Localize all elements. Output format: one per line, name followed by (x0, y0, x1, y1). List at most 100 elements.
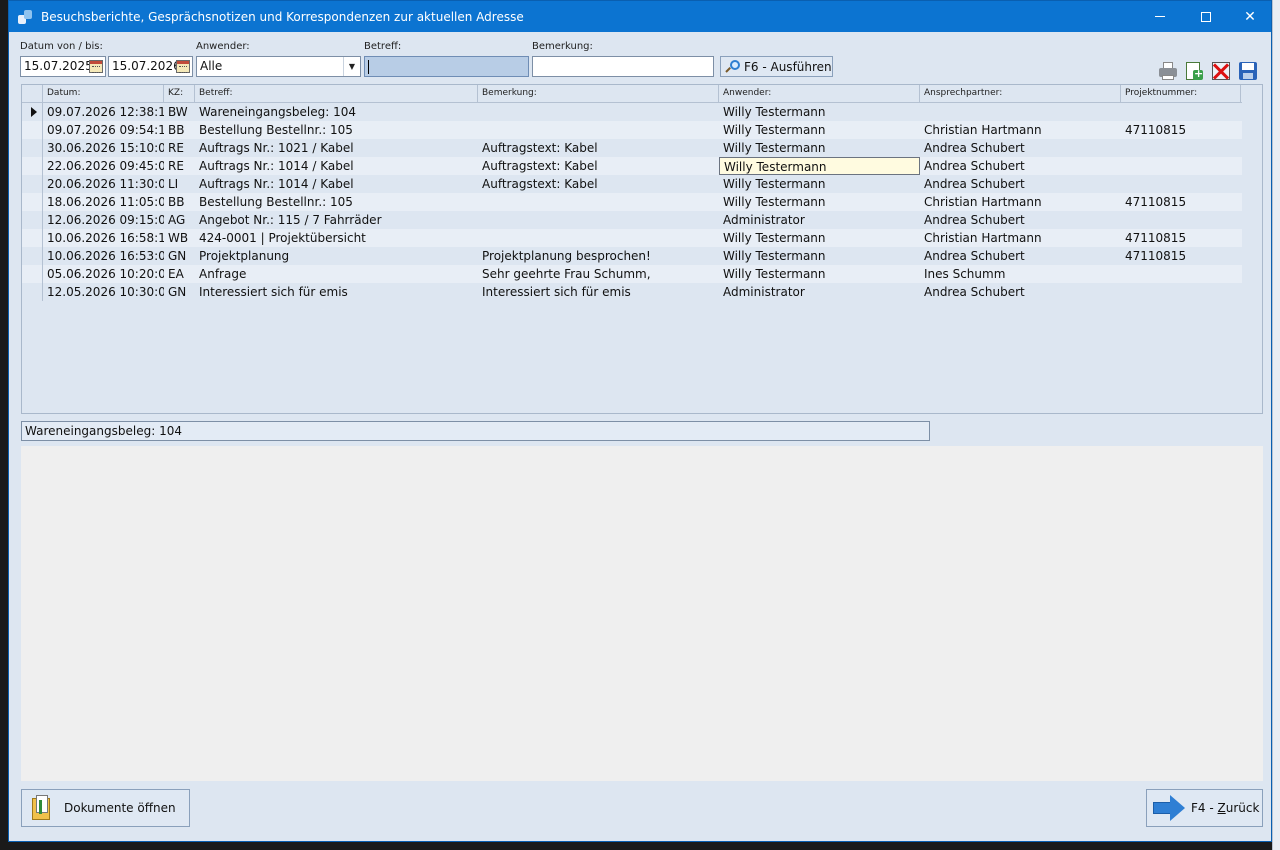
cell-remark[interactable] (478, 229, 719, 247)
cell-date[interactable]: 09.07.2026 09:54:10 (43, 121, 164, 139)
cell-remark[interactable]: Auftragstext: Kabel (478, 157, 719, 175)
cell-project[interactable] (1121, 265, 1241, 283)
date-from-field[interactable]: 15.07.2025 (20, 56, 106, 77)
cell-kz[interactable]: BB (164, 193, 195, 211)
table-row[interactable]: 20.06.2026 11:30:00 LI Auftrags Nr.: 101… (22, 175, 1242, 193)
cell-kz[interactable]: BW (164, 103, 195, 121)
close-button[interactable]: ✕ (1227, 1, 1273, 32)
calendar-icon[interactable] (176, 60, 190, 73)
cell-project[interactable]: 47110815 (1121, 193, 1241, 211)
table-row[interactable]: 05.06.2026 10:20:00 EA Anfrage Sehr geeh… (22, 265, 1242, 283)
cell-user[interactable]: Willy Testermann (719, 121, 920, 139)
cell-remark[interactable] (478, 211, 719, 229)
cell-contact[interactable]: Christian Hartmann (920, 121, 1121, 139)
cell-kz[interactable]: GN (164, 283, 195, 301)
cell-project[interactable] (1121, 103, 1241, 121)
table-row[interactable]: 30.06.2026 15:10:00 RE Auftrags Nr.: 102… (22, 139, 1242, 157)
cell-subject[interactable]: Auftrags Nr.: 1014 / Kabel (195, 175, 478, 193)
cell-subject[interactable]: Auftrags Nr.: 1021 / Kabel (195, 139, 478, 157)
date-to-field[interactable]: 15.07.2026 (108, 56, 193, 77)
table-row[interactable]: 12.06.2026 09:15:00 AG Angebot Nr.: 115 … (22, 211, 1242, 229)
cell-contact[interactable]: Christian Hartmann (920, 193, 1121, 211)
cell-subject[interactable]: Interessiert sich für emis (195, 283, 478, 301)
table-row[interactable]: 22.06.2026 09:45:00 RE Auftrags Nr.: 101… (22, 157, 1242, 175)
cell-user-focused[interactable]: Willy Testermann (719, 157, 920, 175)
cell-subject[interactable]: Angebot Nr.: 115 / 7 Fahrräder (195, 211, 478, 229)
cell-date[interactable]: 10.06.2026 16:58:19 (43, 229, 164, 247)
cell-contact[interactable]: Andrea Schubert (920, 157, 1121, 175)
table-row[interactable]: 09.07.2026 12:38:13 BW Wareneingangsbele… (22, 103, 1242, 121)
table-row[interactable]: 10.06.2026 16:58:19 WB 424-0001 | Projek… (22, 229, 1242, 247)
cell-date[interactable]: 05.06.2026 10:20:00 (43, 265, 164, 283)
cell-user[interactable]: Willy Testermann (719, 103, 920, 121)
cell-subject[interactable]: Anfrage (195, 265, 478, 283)
column-header-contact[interactable]: Ansprechpartner: (920, 85, 1121, 103)
cell-project[interactable] (1121, 157, 1241, 175)
cell-date[interactable]: 20.06.2026 11:30:00 (43, 175, 164, 193)
cell-remark[interactable]: Sehr geehrte Frau Schumm, (478, 265, 719, 283)
cell-remark[interactable] (478, 103, 719, 121)
cell-user[interactable]: Willy Testermann (719, 139, 920, 157)
open-documents-button[interactable]: Dokumente öffnen (21, 789, 190, 827)
cell-remark[interactable] (478, 121, 719, 139)
cell-subject[interactable]: Bestellung Bestellnr.: 105 (195, 121, 478, 139)
cell-contact[interactable]: Christian Hartmann (920, 229, 1121, 247)
cell-subject[interactable]: Wareneingangsbeleg: 104 (195, 103, 478, 121)
cell-date[interactable]: 12.06.2026 09:15:00 (43, 211, 164, 229)
cell-user[interactable]: Willy Testermann (719, 193, 920, 211)
cell-date[interactable]: 18.06.2026 11:05:00 (43, 193, 164, 211)
cell-remark[interactable] (478, 193, 719, 211)
column-header-remark[interactable]: Bemerkung: (478, 85, 719, 103)
cell-kz[interactable]: WB (164, 229, 195, 247)
cell-subject[interactable]: Projektplanung (195, 247, 478, 265)
cell-project[interactable] (1121, 211, 1241, 229)
cell-kz[interactable]: BB (164, 121, 195, 139)
cell-remark[interactable]: Projektplanung besprochen! (478, 247, 719, 265)
minimize-button[interactable] (1137, 1, 1183, 32)
cell-subject[interactable]: 424-0001 | Projektübersicht (195, 229, 478, 247)
cell-remark[interactable]: Auftragstext: Kabel (478, 175, 719, 193)
cell-date[interactable]: 09.07.2026 12:38:13 (43, 103, 164, 121)
cell-project[interactable]: 47110815 (1121, 121, 1241, 139)
cell-kz[interactable]: EA (164, 265, 195, 283)
cell-kz[interactable]: RE (164, 139, 195, 157)
cell-user[interactable]: Willy Testermann (719, 175, 920, 193)
back-button[interactable]: F4 - Zurück (1146, 789, 1263, 827)
column-header-kz[interactable]: KZ: (164, 85, 195, 103)
table-row[interactable]: 12.05.2026 10:30:00 GN Interessiert sich… (22, 283, 1242, 301)
cell-kz[interactable]: LI (164, 175, 195, 193)
cell-remark[interactable]: Auftragstext: Kabel (478, 139, 719, 157)
cell-contact[interactable]: Andrea Schubert (920, 247, 1121, 265)
remark-input[interactable] (532, 56, 714, 77)
cell-project[interactable] (1121, 175, 1241, 193)
cell-project[interactable]: 47110815 (1121, 229, 1241, 247)
cell-project[interactable]: 47110815 (1121, 247, 1241, 265)
calendar-icon[interactable] (89, 60, 103, 73)
cell-remark[interactable]: Interessiert sich für emis (478, 283, 719, 301)
maximize-button[interactable] (1183, 1, 1229, 32)
cell-subject[interactable]: Bestellung Bestellnr.: 105 (195, 193, 478, 211)
column-header-project[interactable]: Projektnummer: (1121, 85, 1241, 103)
subject-input[interactable] (364, 56, 529, 77)
save-icon[interactable] (1238, 61, 1258, 81)
cell-user[interactable]: Willy Testermann (719, 247, 920, 265)
cell-project[interactable] (1121, 139, 1241, 157)
cell-contact[interactable]: Andrea Schubert (920, 283, 1121, 301)
cell-date[interactable]: 30.06.2026 15:10:00 (43, 139, 164, 157)
cell-subject[interactable]: Auftrags Nr.: 1014 / Kabel (195, 157, 478, 175)
cell-user[interactable]: Administrator (719, 211, 920, 229)
cell-user[interactable]: Administrator (719, 283, 920, 301)
column-header-subject[interactable]: Betreff: (195, 85, 478, 103)
cell-contact[interactable]: Andrea Schubert (920, 139, 1121, 157)
chevron-down-icon[interactable]: ▼ (343, 57, 360, 76)
cell-project[interactable] (1121, 283, 1241, 301)
cell-contact[interactable]: Andrea Schubert (920, 211, 1121, 229)
user-select[interactable]: Alle ▼ (196, 56, 361, 77)
execute-button[interactable]: F6 - Ausführen (720, 56, 833, 77)
cell-kz[interactable]: RE (164, 157, 195, 175)
cell-date[interactable]: 10.06.2026 16:53:00 (43, 247, 164, 265)
cell-user[interactable]: Willy Testermann (719, 229, 920, 247)
cell-user[interactable]: Willy Testermann (719, 265, 920, 283)
new-document-icon[interactable] (1184, 61, 1204, 81)
column-header-date[interactable]: Datum: (43, 85, 164, 103)
